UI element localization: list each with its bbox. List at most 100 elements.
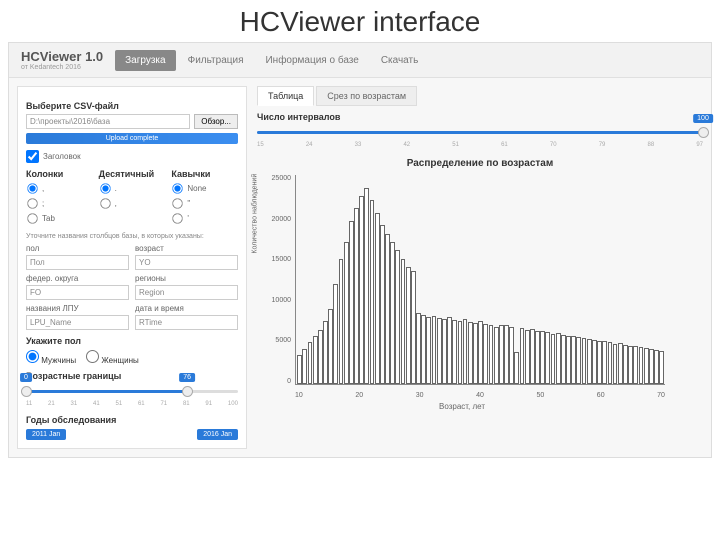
histogram-bar	[582, 338, 587, 384]
histogram-bar	[370, 200, 375, 384]
quotes-heading: Кавычки	[171, 169, 238, 179]
nav-tab[interactable]: Загрузка	[115, 50, 175, 71]
quote-none[interactable]: None	[171, 182, 238, 195]
histogram-bar	[509, 327, 514, 384]
nav-tab[interactable]: Фильтрация	[178, 50, 254, 71]
histogram-chart: Количество наблюдений 250002000015000100…	[257, 175, 667, 405]
histogram-bar	[639, 347, 644, 384]
col-sep-comma[interactable]: ,	[26, 182, 93, 195]
chart-area: Распределение по возрастам Количество на…	[257, 158, 703, 405]
main-nav: ЗагрузкаФильтрацияИнформация о базеСкача…	[115, 50, 428, 71]
years-heading: Годы обследования	[26, 415, 238, 425]
histogram-bar	[514, 352, 519, 384]
histogram-bar	[406, 267, 411, 384]
sidebar: Выберите CSV-файл Обзор... Upload comple…	[17, 86, 247, 449]
pol-label: пол	[26, 244, 129, 253]
upload-progress: Upload complete	[26, 133, 238, 144]
content-panel: ТаблицаСрез по возрастам Число интервало…	[257, 86, 703, 449]
interval-ticks: 15243342516170798897	[257, 142, 703, 148]
lpu-label: названия ЛПУ	[26, 304, 129, 313]
age-hi-handle[interactable]	[182, 386, 193, 397]
dec-dot[interactable]: .	[99, 182, 166, 195]
histogram-bar	[339, 259, 344, 384]
histogram-bar	[385, 234, 390, 384]
app-window: HCViewer 1.0 от Kedаntech 2016 ЗагрузкаФ…	[8, 42, 712, 458]
histogram-bar	[416, 313, 421, 384]
histogram-bar	[654, 350, 659, 384]
histogram-bar	[504, 325, 509, 384]
file-path-input[interactable]	[26, 114, 190, 129]
lpu-input[interactable]	[26, 315, 129, 330]
histogram-bar	[437, 318, 442, 384]
age-lo-handle[interactable]	[21, 386, 32, 397]
histogram-bar	[608, 342, 613, 384]
histogram-bar	[623, 345, 628, 384]
histogram-bar	[447, 317, 452, 384]
quote-single[interactable]: '	[171, 212, 238, 225]
histogram-bar	[628, 346, 633, 384]
brand-name: HCViewer 1.0	[21, 49, 103, 64]
dt-label: дата и время	[135, 304, 238, 313]
histogram-bar	[489, 325, 494, 384]
histogram-bar	[313, 336, 318, 384]
slide-title: HCViewer interface	[0, 0, 720, 42]
fo-label: федер. округа	[26, 274, 129, 283]
histogram-bar	[297, 355, 302, 384]
histogram-bar	[551, 334, 556, 384]
histogram-bar	[411, 271, 416, 384]
age-hi-badge: 76	[179, 373, 195, 382]
topbar: HCViewer 1.0 от Kedаntech 2016 ЗагрузкаФ…	[9, 43, 711, 78]
age-range-slider[interactable]: 0 76 112131415161718191100	[26, 385, 238, 407]
histogram-bar	[426, 317, 431, 384]
col-sep-semicolon[interactable]: ;	[26, 197, 93, 210]
year-from[interactable]: 2011 Jan	[26, 429, 66, 440]
dt-input[interactable]	[135, 315, 238, 330]
histogram-bar	[478, 321, 483, 384]
header-checkbox[interactable]	[26, 150, 39, 163]
histogram-bar	[633, 346, 638, 384]
choose-file-label: Выберите CSV-файл	[26, 101, 238, 111]
histogram-bar	[333, 284, 338, 384]
histogram-bar	[561, 335, 566, 384]
histogram-bar	[571, 336, 576, 384]
gender-female[interactable]: Женщины	[86, 350, 139, 365]
interval-handle[interactable]	[698, 127, 709, 138]
histogram-bar	[452, 320, 457, 384]
reg-input[interactable]	[135, 285, 238, 300]
content-tab[interactable]: Срез по возрастам	[316, 86, 417, 106]
histogram-bar	[442, 319, 447, 384]
histogram-bar	[566, 336, 571, 384]
histogram-bar	[323, 321, 328, 384]
fo-input[interactable]	[26, 285, 129, 300]
histogram-bar	[390, 242, 395, 384]
gender-heading: Укажите пол	[26, 336, 238, 346]
header-checkbox-row[interactable]: Заголовок	[26, 150, 238, 163]
histogram-bar	[649, 349, 654, 384]
quote-double[interactable]: "	[171, 197, 238, 210]
histogram-bar	[613, 344, 618, 384]
histogram-bar	[308, 342, 313, 384]
histogram-bar	[602, 341, 607, 384]
nav-tab[interactable]: Скачать	[371, 50, 429, 71]
pol-input[interactable]	[26, 255, 129, 270]
histogram-bar	[530, 329, 535, 384]
col-sep-tab[interactable]: Tab	[26, 212, 93, 225]
year-to[interactable]: 2016 Jan	[197, 429, 238, 440]
histogram-bar	[401, 259, 406, 384]
histogram-bar	[328, 309, 333, 384]
histogram-bar	[349, 221, 354, 384]
browse-button[interactable]: Обзор...	[194, 114, 238, 129]
interval-slider[interactable]: 100 15243342516170798897	[257, 126, 703, 148]
age-input[interactable]	[135, 255, 238, 270]
content-tab[interactable]: Таблица	[257, 86, 314, 106]
x-axis: 10203040506070	[295, 392, 665, 399]
nav-tab[interactable]: Информация о базе	[255, 50, 368, 71]
dec-comma[interactable]: ,	[99, 197, 166, 210]
histogram-bar	[318, 330, 323, 384]
histogram-bar	[463, 319, 468, 384]
histogram-bar	[597, 341, 602, 384]
histogram-bar	[592, 340, 597, 384]
histogram-bar	[473, 323, 478, 384]
gender-male[interactable]: Мужчины	[26, 350, 76, 365]
chart-title: Распределение по возрастам	[257, 158, 703, 169]
